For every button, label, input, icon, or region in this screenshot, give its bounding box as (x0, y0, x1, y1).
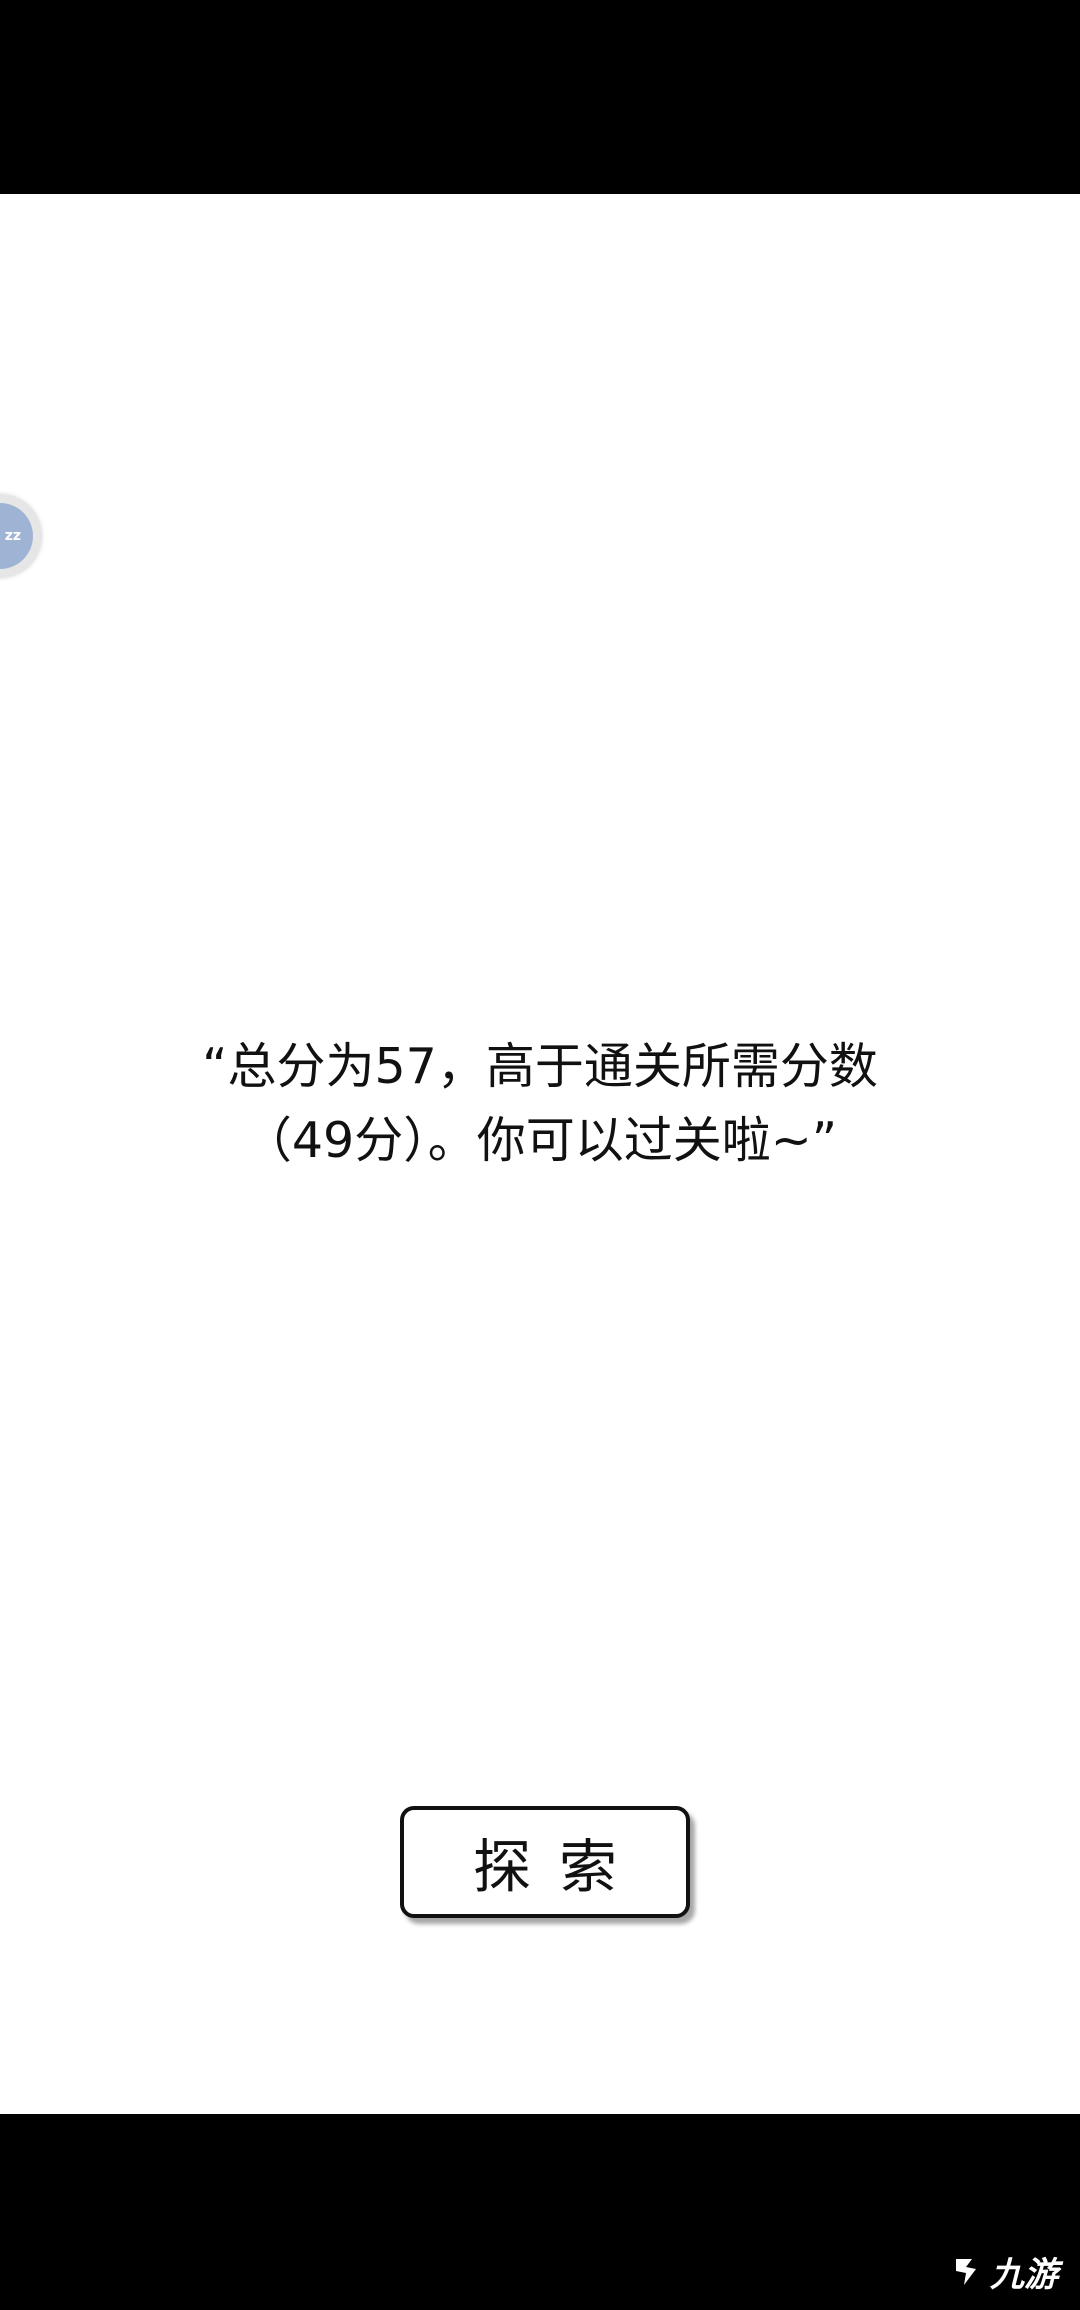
game-screen: zz “总分为57，高于通关所需分数 （49分）。你可以过关啦~” 探索 九游 (0, 0, 1080, 2310)
top-letterbox-bar (0, 0, 1080, 194)
jiuyou-logo-icon (956, 2258, 976, 2285)
dialogue-line-2: （49分）。你可以过关啦~” (242, 1112, 838, 1169)
assistive-ball-icon: zz (0, 503, 33, 569)
watermark-text: 九游 (990, 2255, 1058, 2295)
floating-assistive-ball[interactable]: zz (0, 494, 42, 578)
bottom-letterbox-bar: 九游 (0, 2114, 1080, 2310)
result-dialogue-text: “总分为57，高于通关所需分数 （49分）。你可以过关啦~” (90, 1030, 990, 1178)
dialogue-line-1: “总分为57，高于通关所需分数 (202, 1038, 878, 1095)
assistive-ball-label: zz (4, 528, 21, 544)
watermark: 九游 (950, 2247, 1058, 2296)
explore-button[interactable]: 探索 (400, 1806, 690, 1918)
